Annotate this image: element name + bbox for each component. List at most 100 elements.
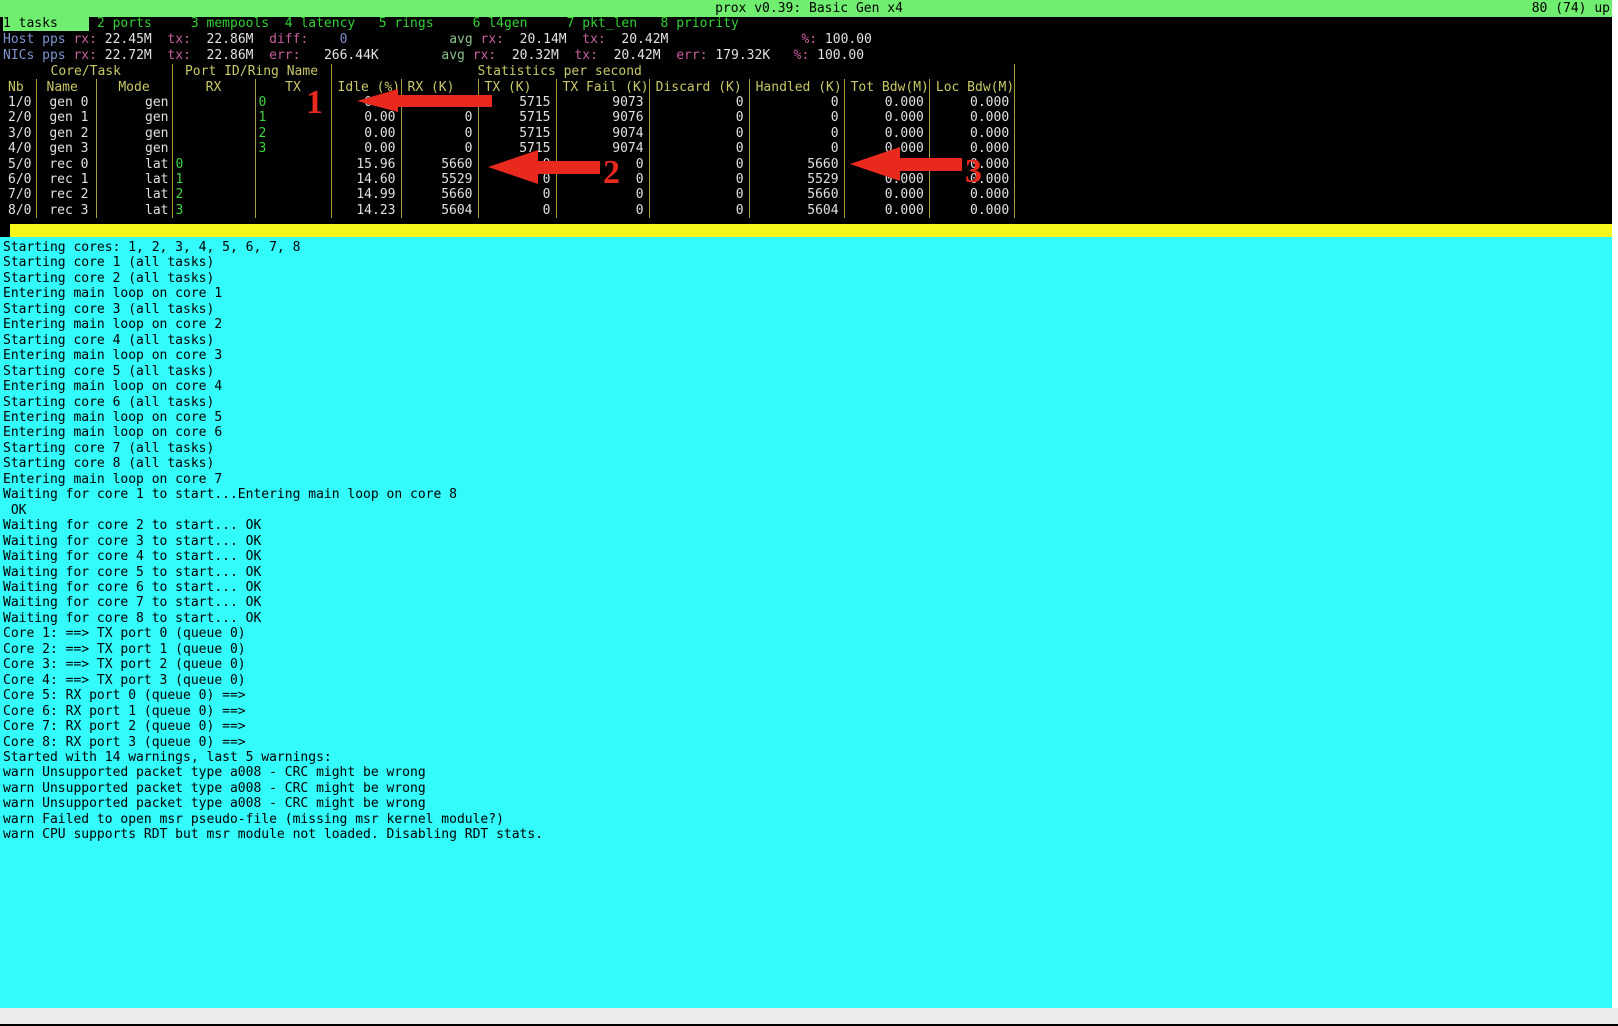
- table-cell: 7/0: [0, 187, 36, 202]
- table-cell: lat: [96, 156, 172, 171]
- tab-l4gen[interactable]: 6 l4gen: [473, 16, 528, 31]
- table-cell: [255, 172, 331, 187]
- text-segment: err:: [676, 48, 715, 63]
- table-cell: 5660: [749, 156, 844, 171]
- task-row: 3/0gen 2gen20.00057159074000.0000.000: [0, 126, 1015, 141]
- table-cell: 9074: [556, 126, 649, 141]
- table-cell: 0.000: [844, 203, 929, 218]
- table-cell: 0: [478, 187, 556, 202]
- table-cell: 0: [649, 172, 749, 187]
- table-cell: rec 1: [36, 172, 96, 187]
- table-cell: 0: [401, 141, 478, 156]
- table-cell: 0: [556, 203, 649, 218]
- task-row: 7/0rec 2lat214.99566000056600.0000.000: [0, 187, 1015, 202]
- tab-ports[interactable]: 2 ports: [97, 16, 152, 31]
- prox-terminal-window: prox v0.39: Basic Gen x4 80 (74) up 1 ta…: [0, 0, 1618, 1026]
- table-cell: 0.000: [929, 172, 1014, 187]
- table-cell: 8/0: [0, 203, 36, 218]
- table-cell: 0.000: [844, 141, 929, 156]
- table-cell: 5715: [478, 95, 556, 110]
- window-title: prox v0.39: Basic Gen x4: [715, 0, 903, 17]
- table-cell: 0: [478, 203, 556, 218]
- table-cell: 1: [172, 172, 255, 187]
- table-cell: 5604: [749, 203, 844, 218]
- table-cell: 14.99: [331, 187, 401, 202]
- text-segment: [152, 16, 191, 31]
- table-cell: [255, 203, 331, 218]
- table-cell: 0.00: [331, 110, 401, 125]
- scrollbar-strip[interactable]: [1612, 0, 1618, 1008]
- table-cell: 0: [478, 172, 556, 187]
- port-up-status: 80 (74) up: [1532, 0, 1610, 17]
- table-cell: [172, 95, 255, 110]
- table-cell: 3/0: [0, 126, 36, 141]
- table-cell: 15.96: [331, 156, 401, 171]
- nics-err-value: 266.44K: [308, 48, 378, 63]
- column-header: TX Fail (K): [556, 79, 649, 94]
- host-avg-tx-value: 20.42M: [621, 32, 668, 47]
- table-cell: rec 0: [36, 156, 96, 171]
- nics-avg-err-value: 179.32K: [715, 48, 770, 63]
- text-segment: [254, 32, 270, 47]
- group-header: Statistics per second: [331, 64, 1015, 79]
- table-cell: 5660: [401, 156, 478, 171]
- table-cell: 9073: [556, 95, 649, 110]
- tab-tasks[interactable]: 1 tasks: [3, 16, 89, 31]
- log-area: Starting cores: 1, 2, 3, 4, 5, 6, 7, 8 S…: [0, 237, 1618, 1008]
- tab-latency[interactable]: 4 latency: [285, 16, 355, 31]
- table-cell: 0.000: [844, 95, 929, 110]
- table-cell: 0.000: [929, 141, 1014, 156]
- task-row: 8/0rec 3lat314.23560400056040.0000.000: [0, 203, 1015, 218]
- text-segment: tx:: [167, 48, 206, 63]
- table-cell: [255, 156, 331, 171]
- text-segment: [254, 48, 270, 63]
- tab-rings[interactable]: 5 rings: [379, 16, 434, 31]
- host-avg-rx-value: 20.14M: [520, 32, 567, 47]
- table-cell: 0: [401, 126, 478, 141]
- table-cell: gen: [96, 95, 172, 110]
- table-cell: 5715: [478, 141, 556, 156]
- column-header: Tot Bdw(M): [844, 79, 929, 94]
- table-cell: 0.00: [331, 141, 401, 156]
- table-cell: gen 1: [36, 110, 96, 125]
- group-header: Core/Task: [0, 64, 172, 79]
- text-segment: rx:: [481, 32, 520, 47]
- tab-priority[interactable]: 8 priority: [661, 16, 739, 31]
- table-cell: 0: [749, 95, 844, 110]
- text-segment: [770, 48, 793, 63]
- text-segment: [152, 32, 168, 47]
- table-cell: 9076: [556, 110, 649, 125]
- column-header: Idle (%): [331, 79, 401, 94]
- text-segment: [668, 32, 801, 47]
- text-segment: [269, 16, 285, 31]
- text-segment: [661, 48, 677, 63]
- table-cell: 0.000: [929, 156, 1014, 171]
- nics-rx-value: 22.72M: [105, 48, 152, 63]
- table-cell: 0: [649, 156, 749, 171]
- table-cell: 14.60: [331, 172, 401, 187]
- table-cell: 5529: [749, 172, 844, 187]
- table-cell: gen 2: [36, 126, 96, 141]
- table-cell: gen: [96, 110, 172, 125]
- tab-mempools[interactable]: 3 mempools: [191, 16, 269, 31]
- table-cell: 0.000: [844, 126, 929, 141]
- tab-pkt-len[interactable]: 7 pkt_len: [567, 16, 637, 31]
- text-segment: tx:: [574, 48, 613, 63]
- table-cell: 0: [556, 156, 649, 171]
- tab-bar: 1 tasks 2 ports 3 mempools 4 latency 5 r…: [0, 16, 739, 32]
- title-bar: prox v0.39: Basic Gen x4 80 (74) up: [0, 0, 1618, 17]
- table-cell: 1/0: [0, 95, 36, 110]
- column-header: Mode: [96, 79, 172, 94]
- text-segment: avg: [449, 32, 480, 47]
- table-cell: [172, 110, 255, 125]
- table-cell: lat: [96, 172, 172, 187]
- table-cell: 0: [172, 156, 255, 171]
- table-cell: 0.000: [844, 172, 929, 187]
- text-segment: rx:: [473, 48, 512, 63]
- table-cell: 5715: [478, 110, 556, 125]
- table-cell: 2: [255, 126, 331, 141]
- table-cell: 5529: [401, 172, 478, 187]
- table-cell: 5715: [478, 126, 556, 141]
- nics-pps-row: NICs pps rx: 22.72M tx: 22.86M err: 266.…: [0, 48, 864, 64]
- task-row: 4/0gen 3gen30.00057159074000.0000.000: [0, 141, 1015, 156]
